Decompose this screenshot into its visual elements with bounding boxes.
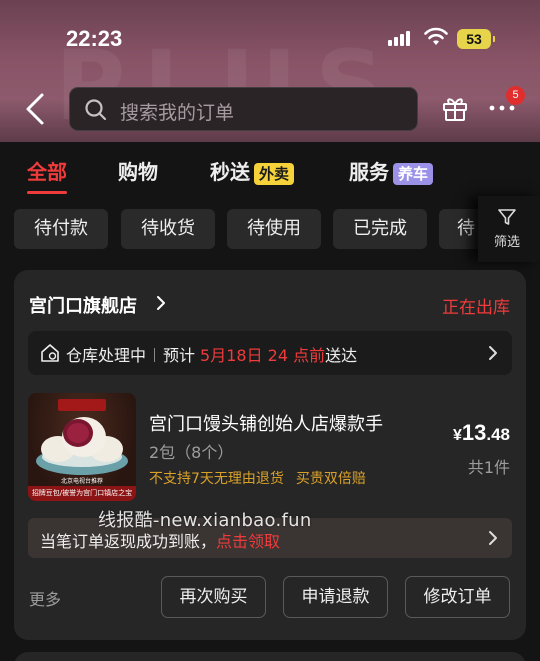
cellular-signal-icon — [388, 30, 414, 46]
battery-icon: 53 — [457, 29, 495, 49]
image-caption-bottom: 招牌豆包/被誉为宫门口镇店之宝 — [28, 486, 136, 501]
car-care-tag: 养车 — [393, 162, 434, 185]
main-tabs: 全部 购物 秒送 外卖 服务 养车 — [0, 142, 540, 198]
tab-pending-receipt[interactable]: 待收货 — [121, 209, 215, 249]
warehouse-icon — [41, 344, 59, 362]
chevron-right-icon — [489, 346, 497, 360]
filter-button[interactable]: 筛选 — [478, 196, 540, 262]
logistics-text: 仓库处理中 预计 5月18日 24 点前送达 — [66, 342, 357, 366]
tab-completed[interactable]: 已完成 — [333, 209, 427, 249]
search-input[interactable]: 搜索我的订单 — [69, 87, 418, 131]
gift-icon[interactable] — [441, 94, 469, 122]
no-return-note: 不支持7天无理由退货 — [149, 471, 284, 487]
tab-label: 秒送 — [210, 160, 250, 184]
status-filter-tabs: 待付款 待收货 待使用 已完成 待 — [0, 206, 540, 250]
buy-again-button[interactable]: 再次购买 — [161, 576, 266, 618]
active-tab-underline — [27, 191, 67, 194]
chevron-right-icon — [489, 531, 497, 545]
notification-badge: 5 — [506, 86, 525, 105]
tab-all[interactable]: 全部 — [27, 156, 67, 194]
tab-pending-payment[interactable]: 待付款 — [14, 209, 108, 249]
takeout-tag: 外卖 — [254, 162, 295, 185]
order-status: 正在出库 — [442, 298, 510, 318]
tab-pending-use[interactable]: 待使用 — [227, 209, 321, 249]
request-refund-button[interactable]: 申请退款 — [283, 576, 388, 618]
watermark: 线报酷-new.xianbao.fun — [98, 510, 312, 531]
price-guarantee-note: 买贵双倍赔 — [295, 471, 366, 487]
price-currency: ¥ — [452, 427, 462, 444]
product-quantity: 共1件 — [467, 458, 510, 477]
filter-label: 筛选 — [494, 235, 521, 250]
logistics-suffix: 送达 — [325, 346, 358, 365]
logistics-info[interactable]: 仓库处理中 预计 5月18日 24 点前送达 — [28, 331, 512, 375]
cashback-claim-link[interactable]: 点击领取 — [216, 532, 280, 551]
product-price: ¥13.48 — [453, 420, 510, 446]
tab-services[interactable]: 服务 养车 — [349, 156, 434, 185]
tab-label: 全部 — [27, 160, 67, 184]
product-notes: 不支持7天无理由退货 买贵双倍赔 — [149, 468, 366, 488]
tab-instant-delivery[interactable]: 秒送 外卖 — [210, 156, 295, 185]
search-icon — [85, 99, 107, 121]
order-card: 宫门口旗舰店 正在出库 仓库处理中 预计 5月18日 24 点前送达 北京电视台推荐… — [14, 270, 526, 640]
image-caption-top: 北京电视台推荐 — [60, 478, 103, 485]
logistics-prefix: 预计 — [163, 346, 196, 365]
chevron-right-icon[interactable] — [156, 295, 166, 311]
next-order-card — [14, 652, 526, 661]
more-options-icon[interactable] — [489, 105, 515, 111]
modify-order-button[interactable]: 修改订单 — [405, 576, 510, 618]
price-decimal: .48 — [486, 425, 510, 444]
product-spec: 2包（8个） — [149, 443, 234, 462]
shop-name[interactable]: 宫门口旗舰店 — [29, 292, 137, 318]
price-integer: 13 — [461, 420, 487, 445]
filter-icon — [498, 209, 516, 225]
divider — [154, 348, 156, 362]
cashback-message: 当笔订单返现成功到账， — [40, 532, 217, 551]
tab-label: 购物 — [118, 160, 158, 184]
delivery-time: 5月18日 24 点前 — [200, 346, 326, 365]
tab-shopping[interactable]: 购物 — [118, 156, 158, 185]
status-time: 22:23 — [66, 26, 123, 51]
product-title[interactable]: 宫门口馒头铺创始人店爆款手 — [149, 410, 383, 436]
logistics-stage: 仓库处理中 — [66, 346, 147, 365]
wifi-icon — [424, 27, 448, 45]
product-image[interactable]: 北京电视台推荐 招牌豆包/被誉为宫门口镇店之宝 — [28, 393, 136, 501]
tab-label: 服务 — [349, 160, 389, 184]
more-link[interactable]: 更多 — [29, 586, 61, 610]
search-placeholder: 搜索我的订单 — [120, 102, 235, 124]
header: PLUS 22:23 53 搜索我的订单 5 — [0, 0, 540, 142]
back-arrow-icon[interactable] — [22, 92, 48, 126]
